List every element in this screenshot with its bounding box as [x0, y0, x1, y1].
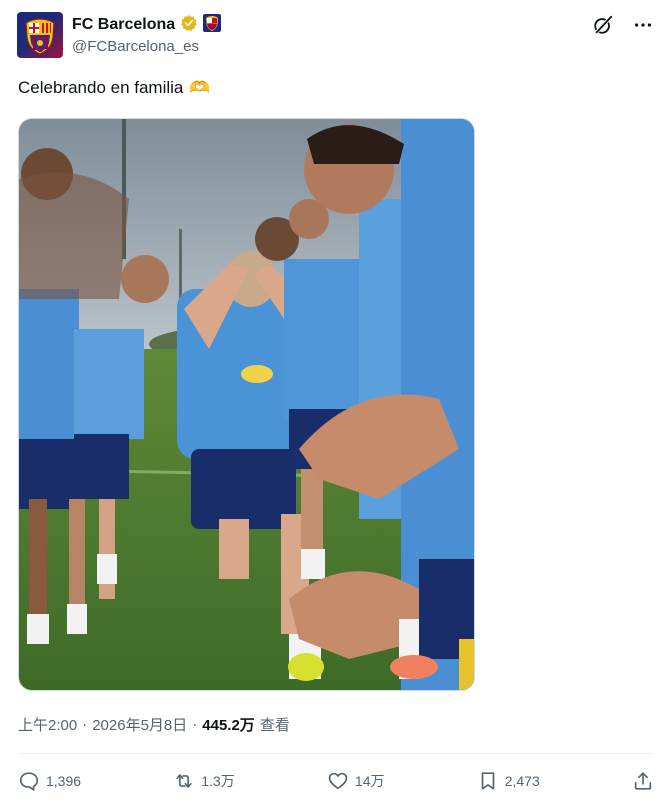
heart-icon — [328, 772, 348, 790]
bookmark-button[interactable]: 2,473 — [477, 770, 540, 792]
reply-button[interactable]: 1,396 — [18, 770, 81, 792]
author-handle[interactable]: @FCBarcelona_es — [72, 38, 199, 55]
tweet-media-photo[interactable] — [18, 118, 475, 691]
divider — [18, 753, 654, 754]
author-name-row: FC Barcelona — [72, 13, 222, 37]
reply-icon — [19, 772, 39, 791]
view-count: 445.2万 — [202, 717, 255, 734]
bookmark-count: 2,473 — [504, 773, 540, 789]
tweet-meta: 上午2:00 · 2026年5月8日 · 445.2万 查看 — [18, 714, 290, 735]
avatar[interactable] — [17, 12, 63, 58]
grok-icon[interactable] — [592, 14, 614, 36]
share-icon — [634, 772, 652, 790]
club-flag-badge-icon[interactable] — [203, 13, 222, 37]
meta-separator: · — [192, 716, 198, 733]
like-count: 14万 — [354, 773, 385, 789]
repost-count: 1.3万 — [201, 773, 235, 789]
bookmark-icon — [481, 772, 495, 790]
more-options-icon[interactable] — [632, 14, 654, 36]
meta-separator: · — [82, 716, 88, 733]
tweet-date[interactable]: 2026年5月8日 — [92, 714, 187, 735]
tweet-actions-bar: 1,396 1.3万 14万 2,473 — [18, 766, 654, 796]
tweet-text: Celebrando en familia 🫶 — [18, 78, 211, 98]
views-label: 查看 — [259, 717, 290, 734]
club-crest-icon — [25, 18, 55, 55]
share-button[interactable] — [632, 770, 654, 792]
tweet-top-actions — [592, 14, 654, 36]
like-button[interactable]: 14万 — [327, 770, 385, 792]
heart-hands-emoji: 🫶 — [189, 78, 211, 97]
author-display-name[interactable]: FC Barcelona — [72, 16, 175, 34]
tweet-body: Celebrando en familia — [18, 78, 184, 97]
repost-button[interactable]: 1.3万 — [173, 770, 235, 792]
repost-icon — [176, 774, 192, 788]
gold-verified-badge-icon[interactable] — [180, 14, 198, 37]
reply-count: 1,396 — [46, 773, 82, 789]
training-photo-illustration — [19, 119, 474, 690]
tweet-time[interactable]: 上午2:00 — [18, 714, 77, 735]
